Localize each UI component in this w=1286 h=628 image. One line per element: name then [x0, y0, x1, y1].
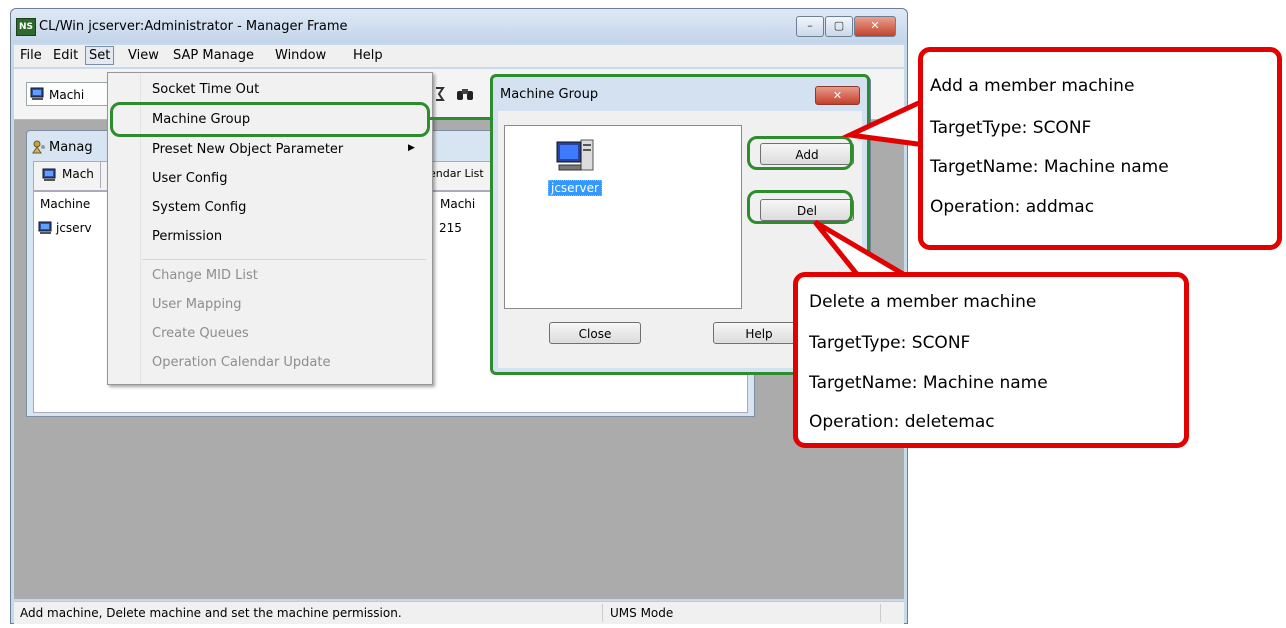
- menu-item-system-config[interactable]: System Config: [152, 200, 246, 215]
- delete-callout-line: TargetName: Machine name: [809, 373, 1048, 393]
- menu-set[interactable]: Set: [85, 46, 115, 65]
- delete-callout-line: Delete a member machine: [809, 292, 1037, 312]
- menu-item-permission[interactable]: Permission: [152, 229, 222, 244]
- menu-item-change-mid-list: Change MID List: [152, 268, 258, 283]
- tab-machine[interactable]: Mach: [34, 162, 101, 188]
- manager-icon: [32, 140, 45, 154]
- menu-item-user-config[interactable]: User Config: [152, 171, 227, 186]
- child-window-title: Manag: [49, 140, 93, 155]
- tab-machine-label: Mach: [62, 167, 94, 181]
- title-bar[interactable]: NS CL/Win jcserver:Administrator - Manag…: [11, 9, 907, 43]
- status-text: Add machine, Delete machine and set the …: [20, 606, 402, 620]
- menu-item-preset-new-object-parameter[interactable]: Preset New Object Parameter: [152, 142, 343, 157]
- add-callout-line: Operation: addmac: [930, 197, 1095, 217]
- highlight-connector: [429, 117, 493, 120]
- row-machine-value: 215: [439, 221, 462, 235]
- column-header-machine[interactable]: Machine: [34, 192, 114, 216]
- close-button[interactable]: ✕: [854, 16, 896, 37]
- menu-item-user-mapping: User Mapping: [152, 297, 242, 312]
- menu-sap-manage[interactable]: SAP Manage: [169, 48, 258, 63]
- computer-icon: [42, 168, 56, 181]
- machine-button-label: Machi: [49, 88, 85, 102]
- maximize-button[interactable]: ▢: [825, 16, 853, 37]
- add-callout-line: TargetType: SCONF: [930, 118, 1092, 138]
- menu-window[interactable]: Window: [271, 48, 330, 63]
- add-callout-box: Add a member machine TargetType: SCONF T…: [918, 47, 1282, 250]
- window-title: CL/Win jcserver:Administrator - Manager …: [39, 19, 348, 34]
- menu-help[interactable]: Help: [349, 48, 387, 63]
- minimize-button[interactable]: –: [796, 16, 824, 37]
- delete-callout-line: TargetType: SCONF: [809, 333, 971, 353]
- menu-item-create-queues: Create Queues: [152, 326, 249, 341]
- app-logo-icon: NS: [16, 18, 36, 36]
- add-callout-line: Add a member machine: [930, 76, 1135, 96]
- status-mode: UMS Mode: [610, 606, 674, 620]
- binoculars-icon[interactable]: [456, 86, 474, 102]
- del-button-highlight: [747, 190, 853, 224]
- add-button-highlight: [747, 136, 853, 170]
- tab-calendar-list[interactable]: endar List: [429, 167, 484, 180]
- machine-group-highlight: [110, 102, 430, 137]
- status-divider: [602, 604, 603, 622]
- computer-icon: [30, 87, 44, 100]
- menu-file[interactable]: File: [16, 48, 46, 63]
- tool-icon[interactable]: [434, 86, 446, 102]
- status-divider: [880, 604, 881, 622]
- menu-view[interactable]: View: [124, 48, 163, 63]
- delete-callout-line: Operation: deletemac: [809, 412, 995, 432]
- menu-separator: [142, 259, 426, 260]
- menu-edit[interactable]: Edit: [49, 48, 82, 63]
- delete-callout-box: Delete a member machine TargetType: SCON…: [793, 272, 1189, 448]
- row-machine-name: jcserv: [56, 221, 92, 235]
- status-bar: Add machine, Delete machine and set the …: [14, 601, 904, 624]
- submenu-arrow-icon: ▶: [408, 143, 415, 153]
- computer-icon: [38, 221, 52, 234]
- add-callout-line: TargetName: Machine name: [930, 157, 1169, 177]
- menu-item-operation-calendar-update: Operation Calendar Update: [152, 355, 331, 370]
- menu-item-socket-time-out[interactable]: Socket Time Out: [152, 82, 259, 97]
- menu-bar: File Edit Set View SAP Manage Window Hel…: [14, 45, 904, 67]
